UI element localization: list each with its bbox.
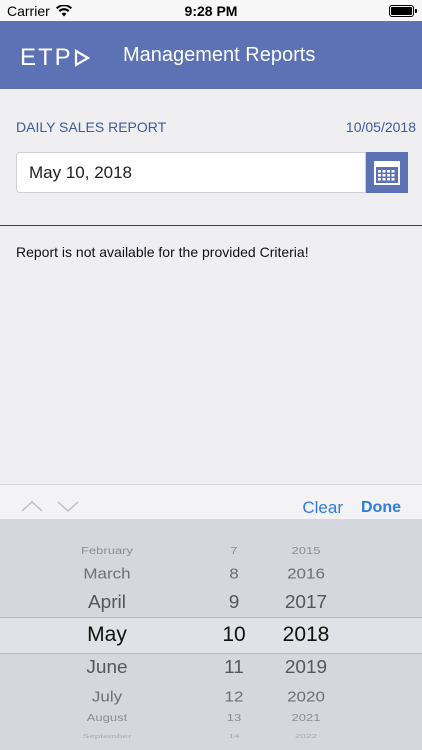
etp-logo: ETP <box>20 44 90 72</box>
picker-month-option[interactable]: August <box>47 712 167 723</box>
empty-report-message: Report is not available for the provided… <box>16 244 309 260</box>
picker-month-option[interactable]: July <box>47 688 167 706</box>
picker-year-selected[interactable]: 2018 <box>246 623 366 647</box>
picker-year-option[interactable]: 2014 <box>246 519 366 520</box>
nav-bar: ETP Management Reports <box>0 21 422 89</box>
clear-button[interactable]: Clear <box>302 498 343 518</box>
calendar-button[interactable] <box>366 152 408 193</box>
picker-month-option[interactable]: February <box>47 545 167 556</box>
picker-year-option[interactable]: 2022 <box>246 733 366 739</box>
picker-month-selected[interactable]: May <box>47 623 167 647</box>
picker-year-option[interactable]: 2017 <box>246 592 366 613</box>
status-time: 9:28 PM <box>184 3 238 19</box>
picker-year-option[interactable]: 2015 <box>246 545 366 556</box>
chevron-up-icon[interactable] <box>20 499 44 513</box>
picker-year-option[interactable]: 2019 <box>246 657 366 678</box>
picker-month-option[interactable]: January <box>47 519 167 520</box>
report-name: DAILY SALES REPORT <box>16 119 167 135</box>
picker-year-option[interactable]: 2016 <box>246 565 366 583</box>
battery-icon <box>389 5 417 17</box>
logo-text: ETP <box>20 44 73 71</box>
calendar-icon <box>374 160 400 185</box>
play-triangle-icon <box>74 49 90 67</box>
done-button[interactable]: Done <box>361 499 401 517</box>
date-picker-wheel[interactable]: January February March April May June July Augu… <box>0 519 422 750</box>
picker-year-option[interactable]: 2021 <box>246 712 366 723</box>
section-divider <box>0 225 422 226</box>
chevron-down-icon[interactable] <box>56 499 80 513</box>
picker-month-option[interactable]: April <box>47 592 167 613</box>
report-header: DAILY SALES REPORT 10/05/2018 <box>16 119 416 135</box>
picker-month-option[interactable]: March <box>47 565 167 583</box>
picker-month-option[interactable]: June <box>47 657 167 678</box>
picker-year-option[interactable]: 2020 <box>246 688 366 706</box>
picker-month-option[interactable]: September <box>47 733 167 739</box>
page-title: Management Reports <box>123 44 316 66</box>
report-date: 10/05/2018 <box>345 119 416 135</box>
date-input[interactable]: May 10, 2018 <box>16 152 366 193</box>
status-bar: Carrier 9:28 PM <box>0 0 422 21</box>
